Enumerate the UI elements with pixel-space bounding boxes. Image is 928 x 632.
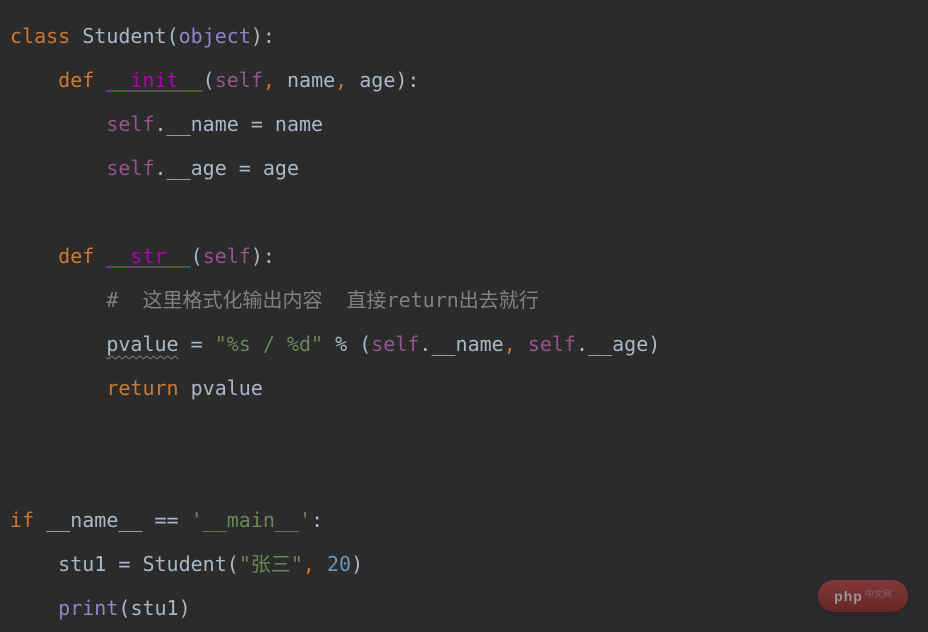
- code-line-4[interactable]: self.__age = age: [10, 146, 918, 190]
- indent: [10, 596, 58, 620]
- paren-open: (: [167, 24, 179, 48]
- code-editor[interactable]: class Student(object): def __init__(self…: [10, 14, 918, 630]
- code-line-12[interactable]: if __name__ == '__main__':: [10, 498, 918, 542]
- comma: ,: [303, 552, 315, 576]
- param-self: self: [215, 68, 263, 92]
- code-line-3[interactable]: self.__name = name: [10, 102, 918, 146]
- assign: =: [239, 112, 275, 136]
- paren-open: (: [118, 596, 130, 620]
- colon: :: [263, 244, 275, 268]
- code-line-14[interactable]: print(stu1): [10, 586, 918, 630]
- paren-open: (: [359, 332, 371, 356]
- paren-close: ): [251, 24, 263, 48]
- builtin-object: object: [179, 24, 251, 48]
- assign: =: [106, 552, 142, 576]
- paren-close: ): [648, 332, 660, 356]
- attr-name: __name: [431, 332, 503, 356]
- name-literal: "张三": [239, 552, 303, 576]
- php-watermark: php中文网: [818, 580, 908, 612]
- param-self: self: [203, 244, 251, 268]
- indent: [10, 332, 106, 356]
- self-ref: self: [528, 332, 576, 356]
- code-line-1[interactable]: class Student(object):: [10, 14, 918, 58]
- age-literal: 20: [327, 552, 351, 576]
- var-stu1: stu1: [58, 552, 106, 576]
- self-ref: self: [106, 112, 154, 136]
- keyword-return: return: [106, 376, 178, 400]
- assign: =: [227, 156, 263, 180]
- indent: [10, 288, 106, 312]
- indent: [10, 112, 106, 136]
- keyword-class: class: [10, 24, 70, 48]
- var-pvalue: pvalue: [191, 376, 263, 400]
- keyword-def: def: [58, 68, 94, 92]
- param-name: name: [287, 68, 335, 92]
- code-line-2[interactable]: def __init__(self, name, age):: [10, 58, 918, 102]
- indent: [10, 552, 58, 576]
- colon: :: [311, 508, 323, 532]
- paren-open: (: [227, 552, 239, 576]
- var-pvalue: pvalue: [106, 332, 178, 356]
- assign: =: [179, 332, 215, 356]
- dot: .: [155, 156, 167, 180]
- indent: [10, 156, 106, 180]
- code-line-6[interactable]: def __str__(self):: [10, 234, 918, 278]
- method-init: __init__: [106, 68, 202, 92]
- param-age: age: [359, 68, 395, 92]
- eq-op: ==: [142, 508, 190, 532]
- format-string: "%s / %d": [215, 332, 323, 356]
- attr-age: __age: [167, 156, 227, 180]
- dunder-name: __name__: [46, 508, 142, 532]
- dot: .: [419, 332, 431, 356]
- code-line-blank[interactable]: [10, 410, 918, 454]
- comma: ,: [504, 332, 516, 356]
- paren-open: (: [191, 244, 203, 268]
- code-line-13[interactable]: stu1 = Student("张三", 20): [10, 542, 918, 586]
- paren-close: ): [351, 552, 363, 576]
- code-line-7[interactable]: # 这里格式化输出内容 直接return出去就行: [10, 278, 918, 322]
- code-line-blank[interactable]: [10, 454, 918, 498]
- self-ref: self: [371, 332, 419, 356]
- code-line-8[interactable]: pvalue = "%s / %d" % (self.__name, self.…: [10, 322, 918, 366]
- var-stu1: stu1: [130, 596, 178, 620]
- code-line-blank[interactable]: [10, 190, 918, 234]
- watermark-main: php: [834, 581, 863, 612]
- attr-name: __name: [167, 112, 239, 136]
- keyword-if: if: [10, 508, 34, 532]
- indent: [10, 244, 58, 268]
- attr-age: __age: [588, 332, 648, 356]
- paren-close: ): [251, 244, 263, 268]
- self-ref: self: [106, 156, 154, 180]
- code-line-9[interactable]: return pvalue: [10, 366, 918, 410]
- paren-close: ): [179, 596, 191, 620]
- class-name: Student: [82, 24, 166, 48]
- comment: # 这里格式化输出内容 直接return出去就行: [106, 288, 538, 312]
- indent: [10, 376, 106, 400]
- method-str: __str__: [106, 244, 190, 268]
- dot: .: [155, 112, 167, 136]
- colon: :: [263, 24, 275, 48]
- dot: .: [576, 332, 588, 356]
- keyword-def: def: [58, 244, 94, 268]
- watermark-sub: 中文网: [865, 586, 892, 606]
- paren-open: (: [203, 68, 215, 92]
- comma: ,: [335, 68, 347, 92]
- main-string: '__main__': [191, 508, 311, 532]
- paren-close: ): [395, 68, 407, 92]
- colon: :: [407, 68, 419, 92]
- comma: ,: [263, 68, 275, 92]
- class-call: Student: [142, 552, 226, 576]
- builtin-print: print: [58, 596, 118, 620]
- value-age: age: [263, 156, 299, 180]
- indent: [10, 68, 58, 92]
- value-name: name: [275, 112, 323, 136]
- percent-op: %: [323, 332, 359, 356]
